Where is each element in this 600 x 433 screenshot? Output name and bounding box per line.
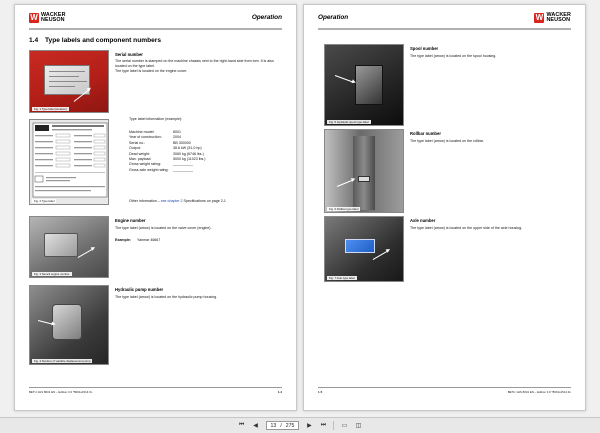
engine-example: Example: Yanmar 46667	[115, 238, 161, 242]
footer-document-id: BETU 1HS 8001 EN – Edition 3.0 *8001s151…	[29, 390, 93, 394]
toolbar-divider	[333, 421, 335, 430]
hydraulic-pump-text: The type label (arrow) is located on the…	[115, 295, 218, 299]
figure-rollbar: Fig. 6 Rollbar type label	[324, 129, 404, 213]
logo-line2: NEUSON	[41, 17, 65, 24]
type-label-plate	[44, 65, 90, 95]
type-label-location-text: The type label is located on the engine …	[115, 69, 188, 73]
page-number: 1-5	[318, 390, 323, 394]
rollbar-post	[353, 136, 375, 210]
engine-number-heading: Engine number	[115, 218, 146, 223]
page-header-title: Operation	[251, 14, 282, 21]
engine-number-text: The type label (arrow) is located on the…	[115, 226, 212, 230]
arrow-icon	[336, 179, 354, 188]
figure-axle: Fig. 7 Axle type label	[324, 216, 404, 282]
spool-housing	[355, 65, 383, 105]
current-page-field[interactable]: 13	[271, 423, 277, 429]
type-label-info-heading: Type label information (example):	[129, 117, 183, 121]
hydraulic-pump-heading: Hydraulic pump number	[115, 287, 164, 292]
figure-caption: Fig. 6 Rollbar type label	[327, 207, 361, 211]
axle-type-label	[345, 239, 375, 253]
rollbar-label	[358, 176, 370, 182]
figure-type-label-location: Fig. 1 Type label (location)	[29, 50, 109, 113]
single-page-view-icon[interactable]: ▭	[340, 422, 348, 430]
figure-caption: Fig. 1 Type label (location)	[32, 107, 69, 111]
footer-divider	[318, 387, 571, 388]
figure-spool: Fig. 5 Hydraulic spool type label	[324, 44, 404, 126]
spool-number-heading: Spool number	[410, 46, 439, 51]
spec-row: Gross axle weight rating: __________	[129, 168, 206, 173]
two-page-view-icon[interactable]: ◫	[354, 422, 362, 430]
page-number: 1-4	[277, 390, 282, 394]
spec-key: Gross axle weight rating:	[129, 167, 169, 172]
serial-number-heading: Serial number	[115, 52, 143, 57]
logo-mark: W	[29, 13, 39, 23]
left-page: Operation W WACKER NEUSON 1.4 Type labels…	[14, 4, 297, 411]
serial-number-text: The serial number is stamped on the mach…	[115, 59, 274, 68]
wacker-neuson-logo: W WACKER NEUSON	[29, 12, 66, 24]
figure-engine-number: Fig. 3 Stencil engine number	[29, 216, 109, 278]
figure-type-label: Fig. 2 Type label	[29, 119, 109, 205]
rollbar-number-heading: Rollbar number	[410, 131, 441, 136]
figure-caption: Fig. 5 Hydraulic spool type label	[327, 120, 371, 124]
spool-number-text: The type label (arrow) is located on the…	[410, 54, 497, 58]
next-page-icon[interactable]: ▶	[305, 422, 313, 430]
footer-divider	[29, 387, 282, 388]
last-page-icon[interactable]: ⏭	[319, 422, 327, 430]
section-title-text: Type labels and component numbers	[45, 37, 162, 44]
figure-caption: Fig. 7 Axle type label	[327, 276, 357, 280]
first-page-icon[interactable]: ⏮	[238, 422, 246, 430]
figure-caption: Fig. 2 Type label	[32, 199, 57, 203]
type-label-specs: Machine model: 8001 Year of construction: 2…	[129, 130, 206, 173]
axle-number-text: The type label (arrow) is located on the…	[410, 226, 523, 230]
arrow-icon	[37, 320, 54, 326]
section-number: 1.4	[29, 37, 39, 44]
wacker-neuson-logo: W WACKER NEUSON	[534, 12, 571, 24]
figure-hydraulic-pump: Fig. 4 Number of variable displacement p…	[29, 285, 109, 365]
total-pages: 275	[285, 422, 295, 429]
axle-number-heading: Axle number	[410, 218, 436, 223]
logo-mark: W	[534, 13, 545, 23]
right-page: Operation W WACKER NEUSON Fig. 5 Hydraul…	[303, 4, 586, 411]
section-title: 1.4 Type labels and component numbers	[29, 37, 161, 44]
spec-value: __________	[173, 167, 193, 172]
header-divider	[29, 28, 282, 30]
logo-line2: NEUSON	[546, 17, 571, 24]
figure-caption: Fig. 3 Stencil engine number	[32, 272, 72, 276]
figure-caption: Fig. 4 Number of variable displacement p…	[32, 359, 93, 363]
other-information: Other information – see chapter 2 Specif…	[129, 199, 226, 203]
page-indicator: 13 / 275	[265, 421, 300, 430]
arrow-icon	[372, 250, 389, 261]
chapter-2-link[interactable]: see chapter 2	[161, 199, 183, 203]
footer-document-id: BETU 1HS 8001 EN – Edition 3.0 *8001s151…	[507, 390, 571, 394]
arrow-icon	[334, 75, 354, 83]
header-divider	[318, 28, 571, 30]
rollbar-number-text: The type label (arrow) is located on the…	[410, 139, 484, 143]
page-header-title: Operation	[318, 14, 349, 21]
prev-page-icon[interactable]: ◀	[252, 422, 260, 430]
page-separator: /	[280, 422, 282, 429]
arrow-icon	[77, 248, 94, 259]
pump-housing	[52, 304, 82, 340]
valve-cover	[44, 233, 78, 257]
type-label-drawing	[32, 122, 108, 198]
pdf-viewer-toolbar: ⏮ ◀ 13 / 275 ▶ ⏭ ▭ ◫	[0, 417, 600, 433]
